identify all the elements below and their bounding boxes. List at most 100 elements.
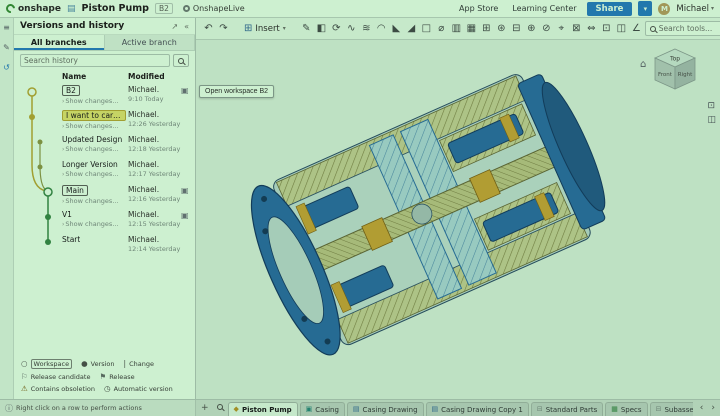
onshape-app: onshape ▤ Piston Pump B2 OnshapeLive App…	[0, 0, 720, 416]
hole-icon[interactable]: ⌀	[435, 24, 448, 34]
section-view-icon[interactable]: ⊡	[707, 102, 716, 111]
tab-standard-parts[interactable]: ⊟ Standard Parts	[531, 402, 603, 416]
document-tabs: ◆ Piston Pump ▣ Casing ▤ Casing Drawing …	[228, 402, 693, 416]
view-cube[interactable]: ⌂ Top Front Right	[640, 45, 712, 97]
sketch-icon[interactable]: ✎	[300, 24, 313, 34]
mirror-icon[interactable]: ⊟	[510, 24, 523, 34]
tab-casing-drawing[interactable]: ▤ Casing Drawing	[347, 402, 424, 416]
tab-subassemblies[interactable]: ⊟ Subassemblies	[650, 402, 693, 416]
show-changes-link[interactable]: Show changes...	[65, 220, 118, 228]
modified-by: Michael.	[128, 160, 181, 169]
toolbar-icons-group: ✎ ◧ ⟳ ∿ ≋ ◠ ◣ ◢ □ ⌀ ▥ ▦ ⊞ ⊛ ⊟ ⊕ ⊘ ⌖ ⊠ ⇔ …	[300, 24, 643, 34]
tab-casing-drawing-copy-1[interactable]: ▤ Casing Drawing Copy 1	[426, 402, 529, 416]
history-search-row	[14, 51, 195, 70]
shell-icon[interactable]: □	[420, 24, 433, 34]
tab-all-branches[interactable]: All branches	[14, 35, 105, 50]
tab-specs[interactable]: ▦ Specs	[605, 402, 647, 416]
open-workspace-button[interactable]: Open workspace B2	[199, 85, 274, 98]
undo-icon[interactable]: ↶	[202, 24, 215, 34]
home-view-icon[interactable]: ⌂	[640, 59, 646, 70]
workspace-area: ↶ ↷ ⊞ Insert ▾ ✎ ◧ ⟳ ∿ ≋ ◠ ◣ ◢ □ ⌀ ▥ ▦ ⊞…	[196, 18, 720, 399]
chevron-right-icon: ›	[62, 198, 64, 205]
versions-history-icon[interactable]: ↺	[3, 64, 10, 72]
view-cube-right-label[interactable]: Right	[678, 72, 693, 78]
delete-face-icon[interactable]: ⊠	[570, 24, 583, 34]
search-icon	[217, 404, 223, 410]
app-store-button[interactable]: App Store	[455, 3, 502, 14]
move-face-icon[interactable]: ⇔	[585, 24, 598, 34]
view-settings-icon[interactable]: ◫	[707, 116, 716, 125]
comment-icon[interactable]: ✎	[3, 44, 10, 52]
share-button[interactable]: Share	[587, 2, 633, 16]
chamfer-icon[interactable]: ◣	[390, 24, 403, 34]
extrude-icon[interactable]: ◧	[315, 24, 328, 34]
tab-search-button[interactable]	[214, 404, 226, 413]
tab-casing[interactable]: ▣ Casing	[300, 402, 345, 416]
modified-by: Michael.	[128, 210, 181, 219]
redo-icon[interactable]: ↷	[217, 24, 230, 34]
transform-icon[interactable]: ⌖	[555, 24, 568, 34]
document-title[interactable]: Piston Pump	[82, 3, 149, 14]
circular-pattern-icon[interactable]: ⊛	[495, 24, 508, 34]
fillet-icon[interactable]: ◠	[375, 24, 388, 34]
show-changes-link[interactable]: Show changes...	[65, 197, 118, 205]
onshape-logo[interactable]: onshape	[6, 4, 61, 14]
draft-icon[interactable]: ◢	[405, 24, 418, 34]
open-workspace-icon[interactable]: ▣	[181, 85, 193, 108]
replace-face-icon[interactable]: ⊡	[600, 24, 613, 34]
tab-piston-pump[interactable]: ◆ Piston Pump	[228, 402, 298, 416]
modified-time: 12:15 Yesterday	[128, 220, 181, 228]
show-changes-link[interactable]: Show changes...	[65, 170, 118, 178]
legend-item: ● Version	[81, 359, 114, 369]
show-changes-link[interactable]: Show changes...	[65, 97, 118, 105]
history-search-input[interactable]	[20, 54, 170, 67]
measure-icon[interactable]: ∠	[630, 24, 643, 34]
onshape-live-link[interactable]: OnshapeLive	[193, 4, 245, 13]
feature-list-icon[interactable]: ≡	[3, 24, 10, 32]
insert-icon: ⊞	[244, 23, 252, 34]
sweep-icon[interactable]: ∿	[345, 24, 358, 34]
show-changes-link[interactable]: Show changes...	[65, 145, 118, 153]
linear-pattern-icon[interactable]: ⊞	[480, 24, 493, 34]
new-tab-button[interactable]: +	[198, 404, 212, 413]
chevron-right-icon: ›	[62, 171, 64, 178]
version-name: Main	[62, 185, 88, 196]
onshape-logo-icon	[4, 2, 17, 15]
modified-time: 12:18 Yesterday	[128, 145, 181, 153]
view-cube-graphic[interactable]: Top Front Right	[649, 45, 701, 95]
offset-surface-icon[interactable]: ◫	[615, 24, 628, 34]
modified-time: 12:26 Yesterday	[128, 120, 181, 128]
modified-by: Michael.	[128, 135, 181, 144]
view-cube-top-label[interactable]: Top	[669, 56, 680, 63]
view-cube-front-label[interactable]: Front	[658, 72, 673, 78]
show-changes-link[interactable]: Show changes...	[65, 122, 118, 130]
learning-center-button[interactable]: Learning Center	[508, 3, 580, 14]
open-workspace-icon[interactable]: ▣	[181, 210, 193, 233]
collapse-panel-icon[interactable]: «	[184, 22, 189, 31]
open-workspace-icon[interactable]: ▣	[181, 185, 193, 208]
tools-search-input[interactable]	[659, 24, 720, 33]
boolean-icon[interactable]: ⊕	[525, 24, 538, 34]
tab-scroll-left-icon[interactable]: ‹	[697, 404, 707, 413]
revolve-icon[interactable]: ⟳	[330, 24, 343, 34]
split-icon[interactable]: ⊘	[540, 24, 553, 34]
modified-time: 12:16 Yesterday	[128, 195, 181, 203]
history-search-button[interactable]	[173, 54, 189, 67]
tab-active-branch[interactable]: Active branch	[105, 35, 196, 50]
document-tab-label: Casing	[315, 406, 339, 414]
user-menu[interactable]: Michael ▾	[676, 4, 714, 14]
rib-icon[interactable]: ▥	[450, 24, 463, 34]
assembly-icon: ◆	[234, 406, 239, 413]
chevron-down-icon: ▾	[283, 25, 286, 32]
share-options-button[interactable]: ▾	[638, 1, 652, 16]
onshape-logo-text: onshape	[18, 4, 61, 14]
thicken-icon[interactable]: ▦	[465, 24, 478, 34]
loft-icon[interactable]: ≋	[360, 24, 373, 34]
viewport[interactable]: Open workspace B2 ⌂ Top Front Right ⊡	[196, 40, 720, 399]
user-avatar[interactable]: M	[658, 3, 670, 15]
open-in-new-icon[interactable]: ↗	[171, 22, 178, 31]
insert-button[interactable]: ⊞ Insert ▾	[240, 22, 290, 35]
chevron-right-icon: ›	[62, 123, 64, 130]
modified-time: 12:14 Yesterday	[128, 245, 181, 253]
tab-scroll-right-icon[interactable]: ›	[708, 404, 718, 413]
